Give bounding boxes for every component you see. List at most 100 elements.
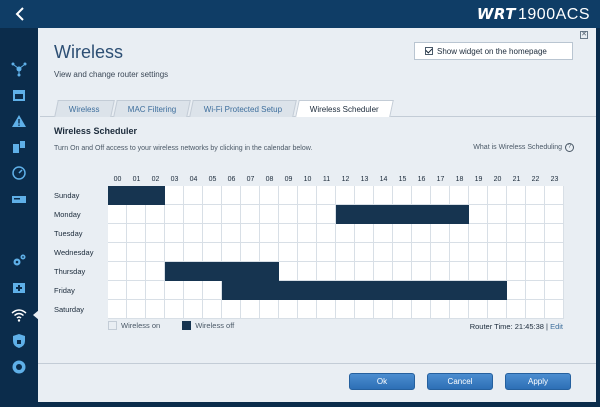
schedule-cell[interactable] [450, 224, 469, 243]
schedule-cell[interactable] [374, 281, 393, 300]
schedule-cell[interactable] [374, 300, 393, 319]
schedule-cell[interactable] [526, 281, 545, 300]
schedule-cell[interactable] [241, 281, 260, 300]
schedule-cell[interactable] [203, 281, 222, 300]
schedule-cell[interactable] [488, 300, 507, 319]
schedule-cell[interactable] [184, 224, 203, 243]
tab-wireless-scheduler[interactable]: Wireless Scheduler [295, 100, 395, 117]
schedule-cell[interactable] [222, 186, 241, 205]
schedule-cell[interactable] [203, 300, 222, 319]
schedule-cell[interactable] [165, 262, 184, 281]
schedule-cell[interactable] [507, 205, 526, 224]
schedule-cell[interactable] [469, 186, 488, 205]
schedule-cell[interactable] [355, 186, 374, 205]
schedule-cell[interactable] [336, 205, 355, 224]
schedule-cell[interactable] [317, 262, 336, 281]
sidebar-item-security[interactable] [0, 330, 38, 352]
help-link[interactable]: What is Wireless Scheduling ? [473, 143, 574, 152]
tab-mac-filtering[interactable]: MAC Filtering [112, 100, 191, 117]
schedule-cell[interactable] [222, 262, 241, 281]
schedule-cell[interactable] [488, 262, 507, 281]
schedule-cell[interactable] [469, 300, 488, 319]
schedule-cell[interactable] [507, 224, 526, 243]
schedule-cell[interactable] [298, 300, 317, 319]
schedule-cell[interactable] [317, 281, 336, 300]
schedule-cell[interactable] [298, 243, 317, 262]
schedule-cell[interactable] [469, 205, 488, 224]
schedule-cell[interactable] [526, 224, 545, 243]
schedule-cell[interactable] [526, 300, 545, 319]
schedule-cell[interactable] [545, 243, 564, 262]
schedule-cell[interactable] [374, 224, 393, 243]
schedule-cell[interactable] [260, 186, 279, 205]
schedule-cell[interactable] [450, 281, 469, 300]
sidebar-item-calendar[interactable] [0, 84, 38, 106]
schedule-cell[interactable] [507, 281, 526, 300]
schedule-cell[interactable] [507, 186, 526, 205]
schedule-cell[interactable] [184, 186, 203, 205]
schedule-cell[interactable] [222, 205, 241, 224]
schedule-cell[interactable] [393, 186, 412, 205]
schedule-cell[interactable] [317, 224, 336, 243]
schedule-cell[interactable] [165, 281, 184, 300]
schedule-cell[interactable] [545, 224, 564, 243]
edit-time-link[interactable]: Edit [550, 322, 563, 331]
sidebar-item-support[interactable] [0, 356, 38, 378]
schedule-cell[interactable] [279, 243, 298, 262]
schedule-cell[interactable] [393, 281, 412, 300]
sidebar-item-settings[interactable] [0, 250, 38, 272]
schedule-cell[interactable] [108, 186, 127, 205]
schedule-cell[interactable] [526, 186, 545, 205]
schedule-cell[interactable] [374, 262, 393, 281]
schedule-cell[interactable] [317, 205, 336, 224]
schedule-cell[interactable] [431, 205, 450, 224]
schedule-cell[interactable] [279, 224, 298, 243]
sidebar-item-alerts[interactable] [0, 110, 38, 132]
schedule-cell[interactable] [222, 224, 241, 243]
schedule-cell[interactable] [317, 300, 336, 319]
tab-wifi-protected-setup[interactable]: Wi-Fi Protected Setup [189, 100, 298, 117]
schedule-cell[interactable] [127, 262, 146, 281]
schedule-cell[interactable] [336, 281, 355, 300]
schedule-cell[interactable] [203, 186, 222, 205]
apply-button[interactable]: Apply [505, 373, 571, 390]
schedule-cell[interactable] [393, 262, 412, 281]
schedule-cell[interactable] [355, 281, 374, 300]
schedule-cell[interactable] [336, 186, 355, 205]
schedule-cell[interactable] [260, 224, 279, 243]
schedule-cell[interactable] [526, 262, 545, 281]
schedule-cell[interactable] [393, 243, 412, 262]
close-button[interactable]: ✕ [580, 31, 588, 39]
schedule-cell[interactable] [488, 205, 507, 224]
schedule-cell[interactable] [222, 243, 241, 262]
schedule-cell[interactable] [507, 243, 526, 262]
sidebar-item-firmware[interactable] [0, 276, 38, 298]
schedule-cell[interactable] [488, 224, 507, 243]
schedule-cell[interactable] [393, 300, 412, 319]
schedule-cell[interactable] [469, 262, 488, 281]
schedule-cell[interactable] [431, 186, 450, 205]
schedule-cell[interactable] [412, 281, 431, 300]
schedule-cell[interactable] [184, 262, 203, 281]
schedule-cell[interactable] [431, 243, 450, 262]
schedule-cell[interactable] [298, 281, 317, 300]
schedule-cell[interactable] [412, 300, 431, 319]
sidebar-item-speed[interactable] [0, 162, 38, 184]
schedule-cell[interactable] [127, 205, 146, 224]
schedule-cell[interactable] [222, 300, 241, 319]
schedule-cell[interactable] [469, 224, 488, 243]
schedule-cell[interactable] [298, 224, 317, 243]
show-widget-checkbox[interactable] [425, 47, 433, 55]
schedule-cell[interactable] [336, 224, 355, 243]
schedule-cell[interactable] [450, 300, 469, 319]
schedule-cell[interactable] [127, 186, 146, 205]
schedule-cell[interactable] [545, 186, 564, 205]
sidebar-item-connectivity[interactable] [0, 136, 38, 158]
schedule-cell[interactable] [127, 281, 146, 300]
schedule-cell[interactable] [431, 224, 450, 243]
schedule-cell[interactable] [146, 262, 165, 281]
schedule-cell[interactable] [241, 186, 260, 205]
schedule-cell[interactable] [279, 300, 298, 319]
schedule-cell[interactable] [279, 205, 298, 224]
schedule-cell[interactable] [241, 243, 260, 262]
